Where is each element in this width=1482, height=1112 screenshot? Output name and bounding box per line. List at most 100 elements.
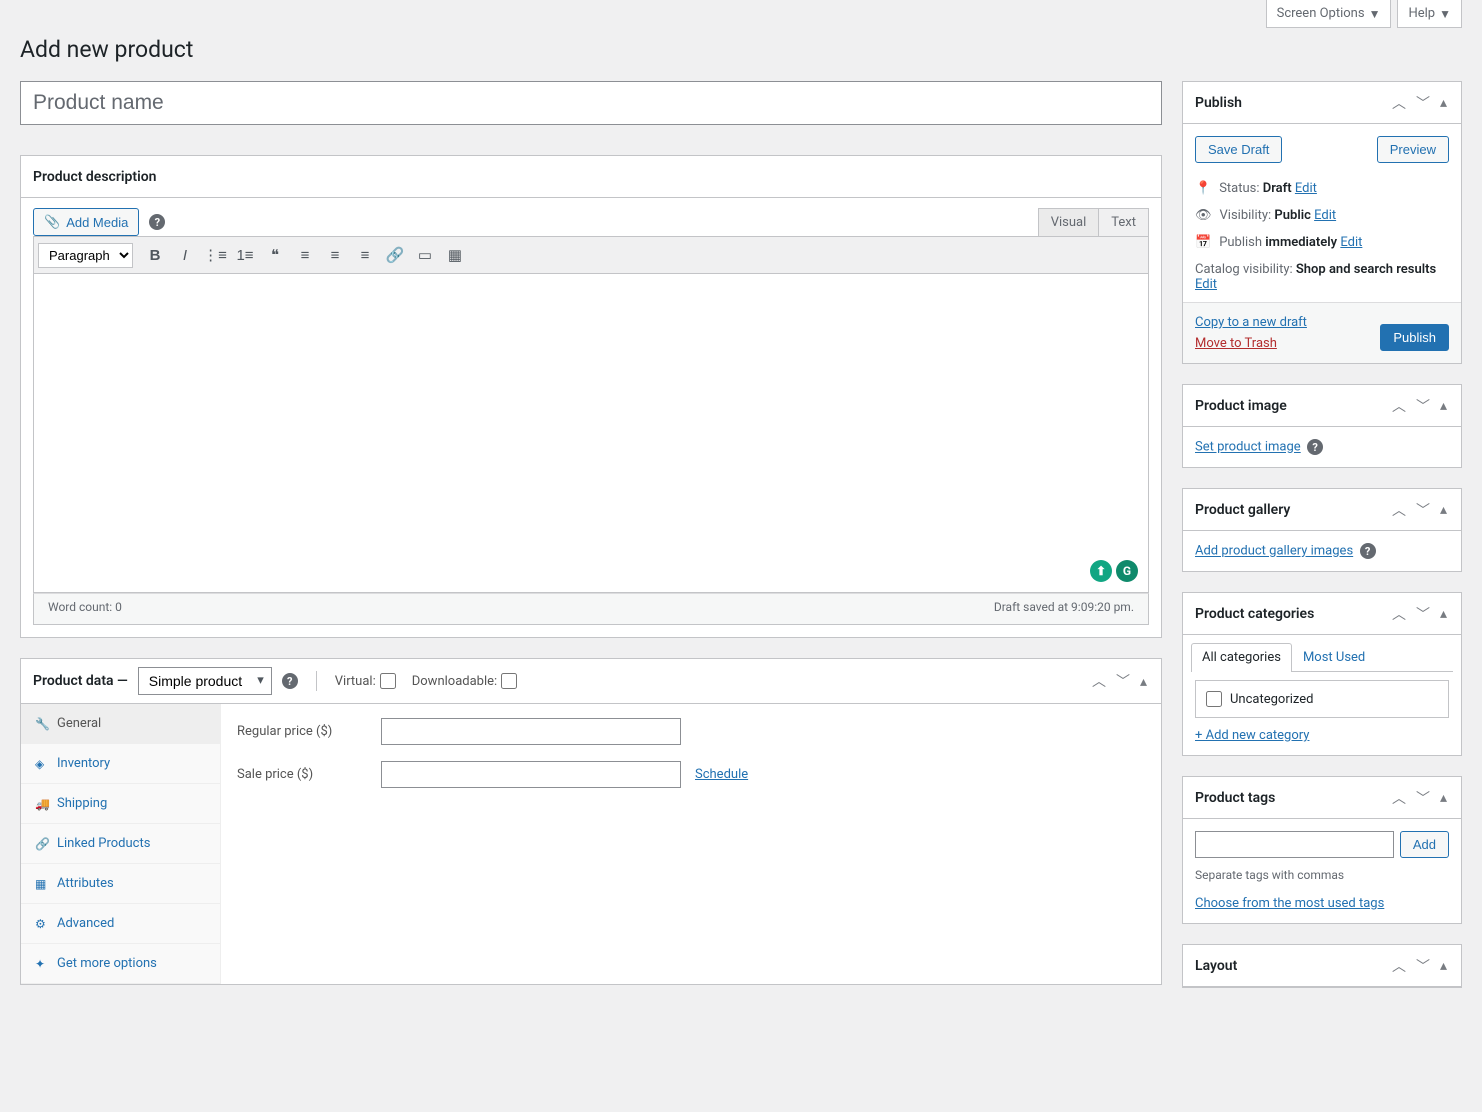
schedule-link[interactable]: Schedule (695, 767, 748, 782)
add-new-category-link[interactable]: + Add new category (1195, 728, 1309, 743)
tab-get-more[interactable]: ✦Get more options (21, 944, 220, 984)
virtual-checkbox[interactable] (380, 673, 396, 689)
tab-general[interactable]: 🔧General (21, 704, 220, 744)
align-left-button[interactable]: ≡ (291, 241, 319, 269)
help-icon[interactable]: ? (1360, 543, 1376, 559)
layout-box: Layout ︿ ﹀ ▴ (1182, 944, 1462, 988)
editor-toolbar: Paragraph B I ⋮≡ 1≡ ❝ ≡ ≡ ≡ 🔗 ▭ ▦ (33, 236, 1149, 273)
screen-options-tab[interactable]: Screen Options ▼ (1266, 0, 1392, 28)
category-checkbox[interactable] (1206, 691, 1222, 707)
copy-draft-link[interactable]: Copy to a new draft (1195, 315, 1307, 330)
panel-toggle-icon[interactable]: ▴ (1438, 395, 1449, 416)
panel-toggle-icon[interactable]: ▴ (1438, 603, 1449, 624)
edit-publish-link[interactable]: Edit (1340, 235, 1362, 250)
preview-button[interactable]: Preview (1377, 136, 1449, 163)
panel-down-icon[interactable]: ﹀ (1414, 602, 1432, 626)
add-tag-button[interactable]: Add (1400, 831, 1449, 858)
panel-down-icon[interactable]: ﹀ (1414, 786, 1432, 810)
sale-price-input[interactable] (381, 761, 681, 788)
tags-hint: Separate tags with commas (1195, 868, 1449, 882)
description-heading: Product description (33, 169, 156, 185)
help-icon[interactable]: ? (282, 673, 298, 689)
regular-price-label: Regular price ($) (237, 724, 367, 739)
help-icon[interactable]: ? (1307, 439, 1323, 455)
layout-heading: Layout (1195, 958, 1237, 974)
set-product-image-link[interactable]: Set product image (1195, 440, 1301, 455)
inventory-icon: ◈ (35, 757, 49, 771)
virtual-checkbox-label: Virtual: (335, 673, 396, 689)
gear-icon: ⚙ (35, 917, 49, 931)
panel-down-icon[interactable]: ﹀ (1414, 954, 1432, 978)
downloadable-checkbox[interactable] (501, 673, 517, 689)
tab-all-categories[interactable]: All categories (1191, 643, 1292, 672)
grammarly-icon[interactable]: ⬆ (1090, 560, 1112, 582)
panel-up-icon[interactable]: ︿ (1390, 91, 1408, 115)
align-right-button[interactable]: ≡ (351, 241, 379, 269)
read-more-button[interactable]: ▭ (411, 241, 439, 269)
panel-toggle-icon[interactable]: ▴ (1138, 671, 1149, 692)
align-center-button[interactable]: ≡ (321, 241, 349, 269)
tab-shipping[interactable]: 🚚Shipping (21, 784, 220, 824)
italic-button[interactable]: I (171, 241, 199, 269)
help-icon[interactable]: ? (149, 214, 165, 230)
add-media-button[interactable]: 📎 Add Media (33, 208, 139, 236)
add-gallery-images-link[interactable]: Add product gallery images (1195, 544, 1353, 559)
panel-up-icon[interactable]: ︿ (1390, 602, 1408, 626)
panel-up-icon[interactable]: ︿ (1090, 669, 1108, 693)
bold-button[interactable]: B (141, 241, 169, 269)
panel-down-icon[interactable]: ﹀ (1414, 394, 1432, 418)
toolbar-toggle-button[interactable]: ▦ (441, 241, 469, 269)
panel-up-icon[interactable]: ︿ (1390, 954, 1408, 978)
category-item[interactable]: Uncategorized (1206, 691, 1438, 707)
number-list-button[interactable]: 1≡ (231, 241, 259, 269)
link-button[interactable]: 🔗 (381, 241, 409, 269)
choose-most-used-tags-link[interactable]: Choose from the most used tags (1195, 896, 1384, 911)
tab-attributes[interactable]: ▦Attributes (21, 864, 220, 904)
help-tab[interactable]: Help ▼ (1397, 0, 1462, 28)
product-data-box: Product data — Simple product ? Virtual:… (20, 658, 1162, 985)
product-data-heading: Product data — (33, 673, 128, 689)
product-name-input[interactable] (20, 81, 1162, 125)
product-description-box: Product description 📎 Add Media ? Visual… (20, 155, 1162, 638)
tab-inventory[interactable]: ◈Inventory (21, 744, 220, 784)
panel-down-icon[interactable]: ﹀ (1414, 91, 1432, 115)
panel-toggle-icon[interactable]: ▴ (1438, 499, 1449, 520)
panel-up-icon[interactable]: ︿ (1390, 394, 1408, 418)
media-icon: 📎 (44, 214, 60, 230)
tab-linked-products[interactable]: 🔗Linked Products (21, 824, 220, 864)
editor-content[interactable]: ⬆ G (33, 273, 1149, 593)
sale-price-label: Sale price ($) (237, 767, 367, 782)
format-select[interactable]: Paragraph (38, 243, 133, 268)
tab-most-used[interactable]: Most Used (1292, 643, 1376, 671)
panel-toggle-icon[interactable]: ▴ (1438, 92, 1449, 113)
link-icon: 🔗 (35, 837, 49, 851)
panel-toggle-icon[interactable]: ▴ (1438, 787, 1449, 808)
product-tags-heading: Product tags (1195, 790, 1275, 806)
bullet-list-button[interactable]: ⋮≡ (201, 241, 229, 269)
pin-icon: 📍 (1195, 181, 1211, 196)
panel-down-icon[interactable]: ﹀ (1414, 498, 1432, 522)
tag-input[interactable] (1195, 831, 1394, 858)
attributes-icon: ▦ (35, 877, 49, 891)
grammarly-icon-2[interactable]: G (1116, 560, 1138, 582)
regular-price-input[interactable] (381, 718, 681, 745)
panel-down-icon[interactable]: ﹀ (1114, 669, 1132, 693)
save-draft-button[interactable]: Save Draft (1195, 136, 1282, 163)
publish-box: Publish ︿ ﹀ ▴ Save Draft Preview 📍Status… (1182, 81, 1462, 364)
panel-up-icon[interactable]: ︿ (1390, 786, 1408, 810)
product-categories-box: Product categories ︿ ﹀ ▴ All categories … (1182, 592, 1462, 756)
edit-visibility-link[interactable]: Edit (1314, 208, 1336, 223)
calendar-icon: 📅 (1195, 235, 1211, 250)
edit-catalog-link[interactable]: Edit (1195, 277, 1217, 292)
edit-status-link[interactable]: Edit (1295, 181, 1317, 196)
panel-toggle-icon[interactable]: ▴ (1438, 955, 1449, 976)
panel-up-icon[interactable]: ︿ (1390, 498, 1408, 522)
tab-visual[interactable]: Visual (1038, 208, 1100, 236)
publish-button[interactable]: Publish (1380, 324, 1449, 351)
eye-icon: 👁 (1195, 208, 1212, 223)
product-type-select[interactable]: Simple product (138, 667, 272, 695)
move-to-trash-link[interactable]: Move to Trash (1195, 336, 1277, 351)
blockquote-button[interactable]: ❝ (261, 241, 289, 269)
tab-advanced[interactable]: ⚙Advanced (21, 904, 220, 944)
tab-text[interactable]: Text (1099, 208, 1149, 236)
